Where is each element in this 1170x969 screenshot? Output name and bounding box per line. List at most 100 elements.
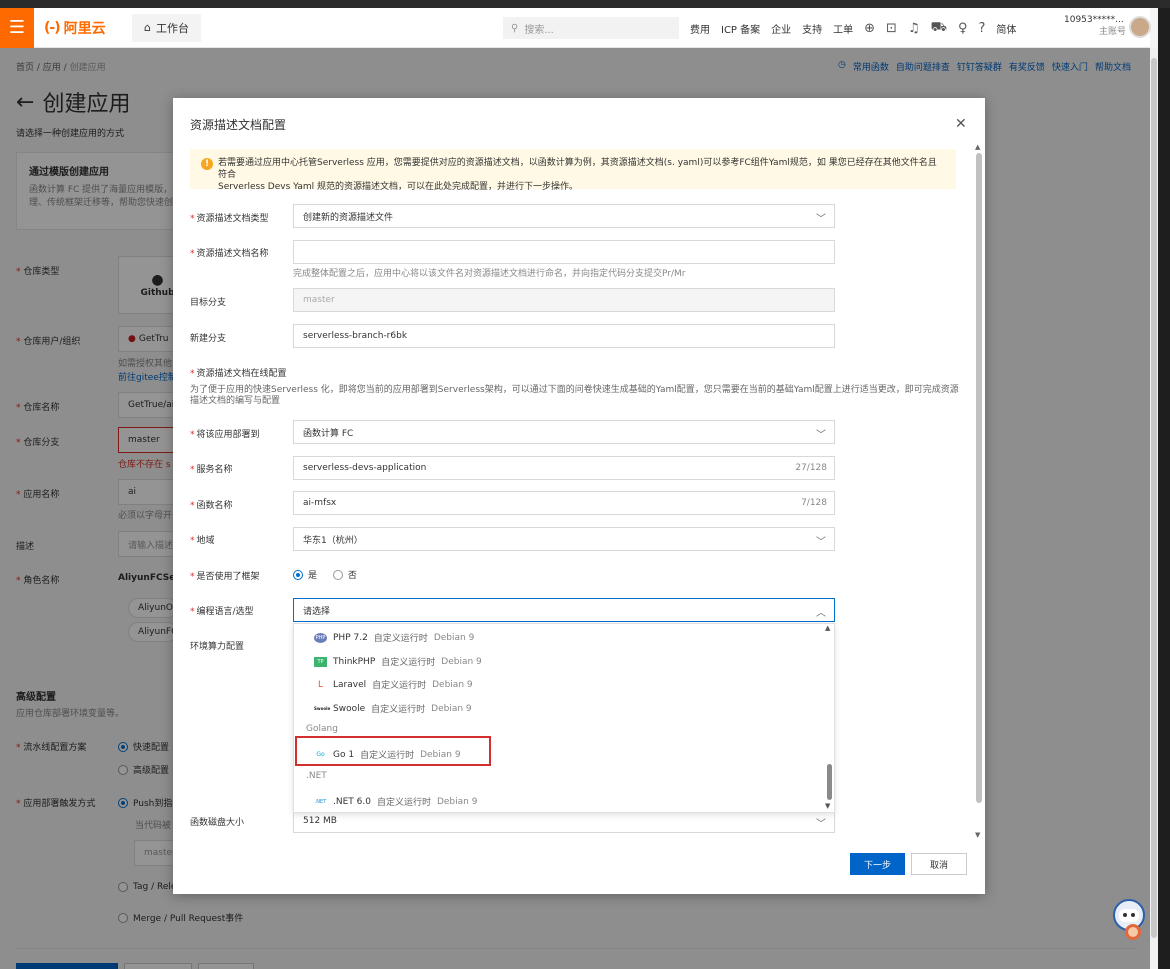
- account-type: 主账号: [1098, 27, 1126, 37]
- menu-icon[interactable]: ☰: [0, 7, 34, 48]
- function-name-label: * 函数名称: [190, 501, 233, 511]
- dotnet-icon: .NET: [314, 798, 327, 805]
- chevron-down-icon: ﹀: [816, 819, 826, 830]
- thinkphp-icon: TP: [314, 656, 327, 667]
- browser-top-strip: [0, 0, 1170, 8]
- region-select[interactable]: 华东1（杭州） ﹀: [293, 527, 835, 551]
- resource-doc-config-dialog: 资源描述文档配置 ✕ ▲ ▼ ! 若需要通过应用中心托管Serverless 应…: [173, 98, 985, 894]
- scroll-down-icon[interactable]: ▼: [975, 831, 980, 839]
- service-name-count: 27/128: [795, 463, 827, 473]
- dropdown-option-thinkphp[interactable]: TP ThinkPHP 自定义运行时 Debian 9: [314, 655, 482, 668]
- region-label: * 地域: [190, 536, 215, 546]
- aliyun-logo-icon: (-): [44, 19, 61, 36]
- dropdown-option-laravel[interactable]: L Laravel 自定义运行时 Debian 9: [314, 678, 473, 692]
- bulb-icon[interactable]: ♀: [958, 21, 968, 36]
- search-placeholder: 搜索...: [524, 24, 554, 36]
- framework-yes-radio[interactable]: 是: [293, 568, 317, 581]
- header-link-icp[interactable]: ICP 备案: [721, 21, 760, 36]
- dropdown-scrollbar[interactable]: ▲ ▼: [824, 624, 834, 812]
- doc-type-select[interactable]: 创建新的资源描述文件 ﹀: [293, 204, 835, 228]
- dropdown-option-go1[interactable]: Go Go 1 自定义运行时 Debian 9: [314, 748, 460, 762]
- dialog-scrollbar-thumb[interactable]: [976, 153, 982, 803]
- workbench-button[interactable]: ⌂ 工作台: [132, 13, 201, 42]
- chevron-up-icon: ︿: [816, 608, 826, 619]
- disk-size-label: 函数磁盘大小: [190, 818, 245, 828]
- notice-banner: ! 若需要通过应用中心托管Serverless 应用，您需要提供对应的资源描述文…: [190, 149, 956, 192]
- scroll-up-icon[interactable]: ▲: [825, 624, 830, 632]
- doc-name-input[interactable]: [293, 240, 835, 264]
- doc-type-label: * 资源描述文档类型: [190, 214, 269, 224]
- search-input[interactable]: ⚲ 搜索...: [503, 17, 679, 39]
- top-header: ☰ (-) 阿里云 ⌂ 工作台 ⚲ 搜索... 费用 ICP 备案 企业 支持 …: [0, 7, 1151, 48]
- chevron-down-icon: ﹀: [816, 430, 826, 441]
- doc-name-label: * 资源描述文档名称: [190, 249, 269, 259]
- page-scrollbar-thumb[interactable]: [1151, 58, 1157, 938]
- close-icon[interactable]: ✕: [955, 116, 967, 132]
- chevron-down-icon: ﹀: [816, 214, 826, 225]
- target-branch-label: 目标分支: [190, 298, 227, 308]
- language-dropdown: PHP PHP 7.2 自定义运行时 Debian 9 TP ThinkPHP …: [293, 623, 835, 813]
- home-icon: ⌂: [144, 21, 151, 34]
- next-step-button[interactable]: 下一步: [850, 853, 905, 875]
- header-link-enterprise[interactable]: 企业: [771, 21, 791, 36]
- doc-type-value: 创建新的资源描述文件: [303, 212, 394, 223]
- header-link-support[interactable]: 支持: [802, 21, 822, 36]
- header-link-cost[interactable]: 费用: [690, 21, 710, 36]
- dropdown-scrollbar-thumb[interactable]: [827, 764, 832, 800]
- language-label: * 编程语言/选型: [190, 607, 254, 617]
- deploy-target-label: * 将该应用部署到: [190, 430, 260, 440]
- console-icon[interactable]: ⊕: [864, 21, 875, 36]
- online-config-label: * 资源描述文档在线配置: [190, 369, 287, 379]
- dropdown-option-swoole[interactable]: Swoole Swoole 自定义运行时 Debian 9: [314, 702, 472, 716]
- account-id: 10953*****...: [1064, 15, 1124, 25]
- account-info[interactable]: 10953*****... 主账号: [1064, 14, 1126, 38]
- header-links: 费用 ICP 备案 企业 支持 工单 ⊕ ⊡ ♫ ⛟ ♀ ? 简体: [690, 8, 1016, 48]
- framework-no-radio[interactable]: 否: [332, 568, 357, 581]
- deploy-target-select[interactable]: 函数计算 FC ﹀: [293, 420, 835, 444]
- cancel-button[interactable]: 取消: [911, 853, 967, 875]
- dropdown-group-net: .NET: [306, 771, 327, 781]
- warning-icon: !: [201, 158, 213, 170]
- function-name-input[interactable]: ai-mfsx 7/128: [293, 491, 835, 515]
- new-branch-input[interactable]: serverless-branch-r6bk: [293, 324, 835, 348]
- assistant-robot-icon[interactable]: [1110, 898, 1148, 942]
- page-scrollbar[interactable]: [1150, 48, 1158, 969]
- bell-icon[interactable]: ♫: [908, 21, 920, 36]
- framework-radio-group: 是 否: [293, 568, 369, 583]
- cart-icon[interactable]: ⛟: [931, 20, 947, 37]
- aliyun-logo[interactable]: (-) 阿里云: [44, 18, 126, 38]
- dropdown-option-php72[interactable]: PHP PHP 7.2 自定义运行时 Debian 9: [314, 631, 474, 644]
- language-switch[interactable]: 简体: [996, 21, 1016, 36]
- search-icon: ⚲: [511, 22, 519, 34]
- workbench-label: 工作台: [155, 21, 189, 35]
- dialog-scrollbar[interactable]: ▲ ▼: [974, 143, 982, 839]
- terminal-icon[interactable]: ⊡: [886, 21, 897, 36]
- go-icon: Go: [316, 750, 325, 758]
- header-link-ticket[interactable]: 工单: [833, 21, 853, 36]
- language-select[interactable]: 请选择 ︿: [293, 598, 835, 622]
- new-branch-label: 新建分支: [190, 334, 227, 344]
- scroll-up-icon[interactable]: ▲: [975, 143, 980, 151]
- notice-line2: Serverless Devs Yaml 规范的资源描述文档，可以在此处完成配置…: [218, 182, 579, 192]
- dropdown-group-golang: Golang: [306, 724, 338, 734]
- dropdown-option-net6[interactable]: .NET .NET 6.0 自定义运行时 Debian 9: [314, 795, 478, 809]
- help-icon[interactable]: ?: [979, 21, 986, 36]
- doc-name-help: 完成整体配置之后，应用中心将以该文件名对资源描述文档进行命名，并向指定代码分支提…: [293, 269, 686, 279]
- notice-line1: 若需要通过应用中心托管Serverless 应用，您需要提供对应的资源描述文档，…: [218, 158, 937, 180]
- scroll-down-icon[interactable]: ▼: [825, 802, 830, 810]
- dialog-title: 资源描述文档配置: [190, 118, 287, 132]
- laravel-icon: L: [317, 679, 323, 690]
- function-name-count: 7/128: [801, 498, 827, 508]
- target-branch-input: master: [293, 288, 835, 312]
- online-config-desc: 为了便于应用的快速Serverless 化，即将您当前的应用部署到Serverl…: [190, 385, 959, 406]
- chevron-down-icon: ﹀: [816, 537, 826, 548]
- php-icon: PHP: [314, 632, 327, 643]
- env-config-label: 环境算力配置: [190, 642, 245, 652]
- swoole-icon: Swoole: [314, 705, 331, 711]
- logo-text: 阿里云: [63, 20, 106, 37]
- service-name-input[interactable]: serverless-devs-application 27/128: [293, 456, 835, 480]
- framework-label: * 是否使用了框架: [190, 572, 260, 582]
- avatar[interactable]: [1129, 16, 1151, 38]
- right-side-panel: [1158, 8, 1170, 969]
- service-name-label: * 服务名称: [190, 465, 233, 475]
